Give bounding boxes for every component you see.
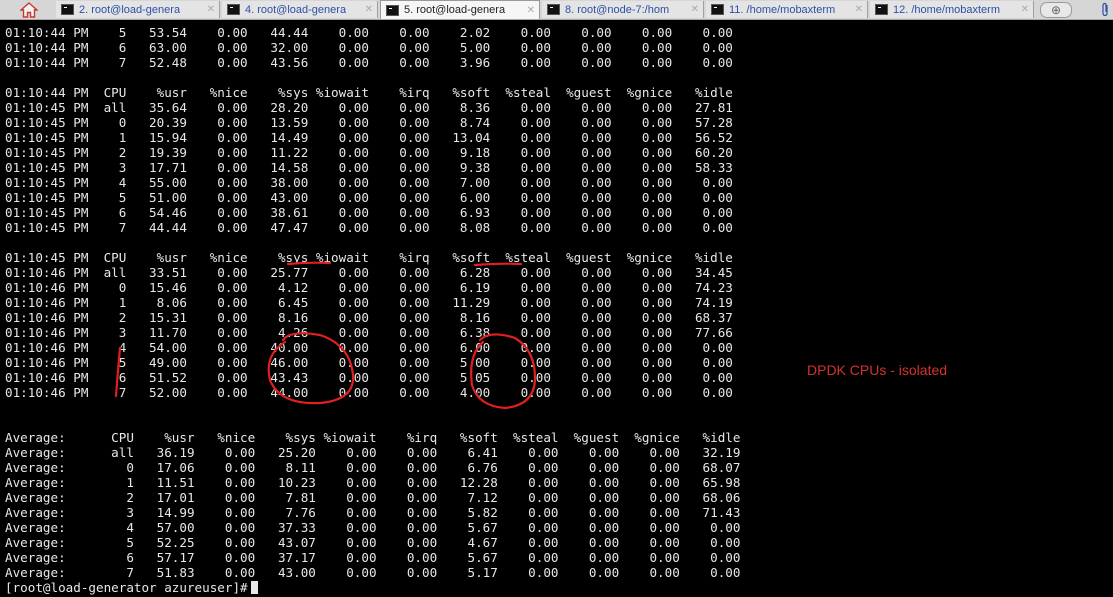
terminal-icon: [711, 4, 724, 15]
close-tab-icon[interactable]: ✕: [204, 4, 219, 15]
session-tab-label: 5. root@load-genera: [404, 4, 506, 16]
terminal-line: 01:10:46 PM 2 15.31 0.00 8.16 0.00 0.00 …: [5, 310, 733, 325]
session-tab-label: 4. root@load-genera: [245, 3, 347, 16]
new-tab-button[interactable]: ⊕: [1040, 2, 1072, 18]
terminal-icon: [61, 4, 74, 15]
session-tab[interactable]: 11. /home/mobaxterm ✕: [706, 1, 868, 18]
home-tab[interactable]: [0, 0, 50, 19]
session-tab-label: 11. /home/mobaxterm: [729, 3, 836, 16]
close-tab-icon[interactable]: ✕: [688, 4, 703, 15]
terminal-line: 01:10:45 PM 2 19.39 0.00 11.22 0.00 0.00…: [5, 145, 733, 160]
dpdk-annotation-label: DPDK CPUs - isolated: [807, 362, 948, 378]
add-tab-icon: ⊕: [1050, 3, 1062, 17]
terminal-icon: [547, 4, 560, 15]
terminal-line: 01:10:44 PM 5 53.54 0.00 44.44 0.00 0.00…: [5, 25, 733, 40]
terminal-line: 01:10:46 PM 5 49.00 0.00 46.00 0.00 0.00…: [5, 355, 733, 370]
session-tab[interactable]: 5. root@load-genera ✕: [380, 0, 540, 19]
close-tab-icon[interactable]: ✕: [1018, 4, 1033, 15]
paperclip-icon[interactable]: [1100, 2, 1110, 17]
session-tab-label: 12. /home/mobaxterm: [893, 3, 1000, 16]
terminal-line: 01:10:45 PM 7 44.44 0.00 47.47 0.00 0.00…: [5, 220, 733, 235]
shell-prompt-line[interactable]: [root@load-generator azureuser]#: [5, 580, 740, 595]
terminal-icon: [875, 4, 888, 15]
terminal-line: 01:10:45 PM 4 55.00 0.00 38.00 0.00 0.00…: [5, 175, 733, 190]
terminal-line: Average: 5 52.25 0.00 43.07 0.00 0.00 4.…: [5, 535, 741, 550]
terminal-line: 01:10:46 PM 1 8.06 0.00 6.45 0.00 0.00 1…: [5, 295, 733, 310]
terminal-line: 01:10:45 PM 0 20.39 0.00 13.59 0.00 0.00…: [5, 115, 733, 130]
terminal-line: 01:10:45 PM 3 17.71 0.00 14.58 0.00 0.00…: [5, 160, 733, 175]
shell-prompt: [root@load-generator azureuser]#: [5, 580, 248, 595]
cursor: [250, 581, 258, 594]
session-tab[interactable]: 2. root@load-genera ✕: [56, 1, 220, 18]
tab-bar: 2. root@load-genera ✕ 4. root@load-genera ✕…: [0, 0, 1113, 20]
session-tab[interactable]: 12. /home/mobaxterm ✕: [870, 1, 1034, 18]
terminal-line: 01:10:45 PM 1 15.94 0.00 14.49 0.00 0.00…: [5, 130, 733, 145]
terminal-line: Average: 6 57.17 0.00 37.17 0.00 0.00 5.…: [5, 550, 741, 565]
terminal-line: Average: CPU %usr %nice %sys %iowait %ir…: [5, 430, 741, 445]
session-tab[interactable]: 4. root@load-genera ✕: [222, 1, 378, 18]
session-tab[interactable]: 8. root@node-7:/hom ✕: [542, 1, 704, 18]
terminal-line: 01:10:46 PM 4 54.00 0.00 40.00 0.00 0.00…: [5, 340, 733, 355]
terminal-line: Average: 4 57.00 0.00 37.33 0.00 0.00 5.…: [5, 520, 741, 535]
close-tab-icon[interactable]: ✕: [362, 4, 377, 15]
terminal-line: 01:10:45 PM CPU %usr %nice %sys %iowait …: [5, 250, 733, 265]
terminal-line: 01:10:46 PM 7 52.00 0.00 44.00 0.00 0.00…: [5, 385, 733, 400]
terminal-line: Average: 2 17.01 0.00 7.81 0.00 0.00 7.1…: [5, 490, 741, 505]
terminal-line: Average: 3 14.99 0.00 7.76 0.00 0.00 5.8…: [5, 505, 741, 520]
terminal-icon: [386, 4, 399, 16]
home-icon: [20, 1, 38, 18]
terminal-line: Average: 0 17.06 0.00 8.11 0.00 0.00 6.7…: [5, 460, 741, 475]
terminal-line: 01:10:44 PM 7 52.48 0.00 43.56 0.00 0.00…: [5, 55, 733, 70]
terminal-line: 01:10:46 PM 0 15.46 0.00 4.12 0.00 0.00 …: [5, 280, 733, 295]
terminal-line: Average: 1 11.51 0.00 10.23 0.00 0.00 12…: [5, 475, 741, 490]
terminal-line: 01:10:46 PM all 33.51 0.00 25.77 0.00 0.…: [5, 265, 733, 280]
terminal-line: 01:10:44 PM 6 63.00 0.00 32.00 0.00 0.00…: [5, 40, 733, 55]
terminal-line: Average: all 36.19 0.00 25.20 0.00 0.00 …: [5, 445, 741, 460]
terminal-line: 01:10:46 PM 6 51.52 0.00 43.43 0.00 0.00…: [5, 370, 733, 385]
terminal-line: Average: 7 51.83 0.00 43.00 0.00 0.00 5.…: [5, 565, 741, 580]
session-tab-label: 2. root@load-genera: [79, 3, 181, 16]
session-tab-label: 8. root@node-7:/hom: [565, 3, 670, 16]
terminal-icon: [227, 4, 240, 15]
terminal-line: 01:10:45 PM 5 51.00 0.00 43.00 0.00 0.00…: [5, 190, 733, 205]
close-tab-icon[interactable]: ✕: [852, 4, 867, 15]
terminal-line: 01:10:45 PM all 35.64 0.00 28.20 0.00 0.…: [5, 100, 733, 115]
terminal-output[interactable]: 01:10:44 PM 5 53.54 0.00 44.44 0.00 0.00…: [5, 25, 740, 595]
terminal-line: 01:10:45 PM 6 54.46 0.00 38.61 0.00 0.00…: [5, 205, 733, 220]
close-tab-icon[interactable]: ✕: [524, 5, 539, 16]
terminal-line: 01:10:44 PM CPU %usr %nice %sys %iowait …: [5, 85, 733, 100]
terminal-line: 01:10:46 PM 3 11.70 0.00 4.26 0.00 0.00 …: [5, 325, 733, 340]
